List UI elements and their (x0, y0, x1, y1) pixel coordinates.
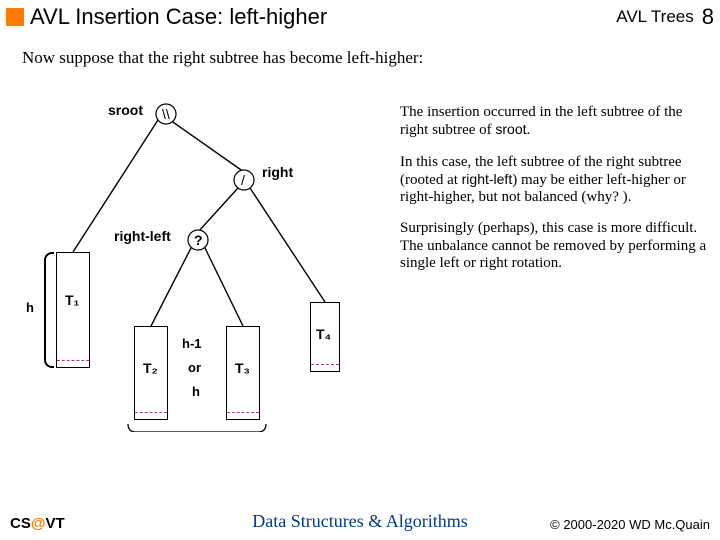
slide-title: AVL Insertion Case: left-higher (30, 4, 327, 30)
p1c: . (527, 122, 531, 138)
p1a: The insertion occurred in the left subtr… (400, 104, 682, 138)
h-minus-1-label: h-1 (182, 336, 202, 351)
t4-label: T₄ (316, 326, 331, 342)
h-label: h (26, 300, 34, 315)
footer-center: Data Structures & Algorithms (0, 511, 720, 532)
paragraph-3: Surprisingly (perhaps), this case is mor… (400, 220, 710, 272)
t1-label: T₁ (65, 292, 79, 308)
right-label: right (262, 164, 293, 180)
p1b-tt: sroot (495, 121, 526, 137)
paragraph-1: The insertion occurred in the left subtr… (400, 104, 710, 140)
sroot-balance: \\ (162, 106, 170, 122)
sroot-label: sroot (108, 102, 143, 118)
tree-diagram: sroot \\ right / right-left ? h T₁ T₂ T₃… (10, 92, 390, 432)
brand-square (6, 8, 24, 26)
intro-text: Now suppose that the right subtree has b… (0, 32, 720, 68)
p2b-tt: right-left (462, 171, 513, 187)
right-left-label: right-left (114, 228, 171, 244)
brace-h (44, 252, 54, 368)
t3-label: T₃ (235, 360, 250, 376)
paragraph-2: In this case, the left subtree of the ri… (400, 154, 710, 207)
topic-label: AVL Trees (616, 7, 693, 27)
subtree-t1 (56, 252, 90, 368)
t2-label: T₂ (143, 360, 158, 376)
h2-label: h (192, 384, 200, 399)
body-text: The insertion occurred in the left subtr… (400, 104, 710, 286)
or-label: or (188, 360, 201, 375)
right-left-balance: ? (194, 232, 203, 248)
page-number: 8 (702, 4, 714, 30)
footer: CS@VT Data Structures & Algorithms © 200… (0, 515, 720, 534)
right-balance: / (241, 172, 245, 188)
